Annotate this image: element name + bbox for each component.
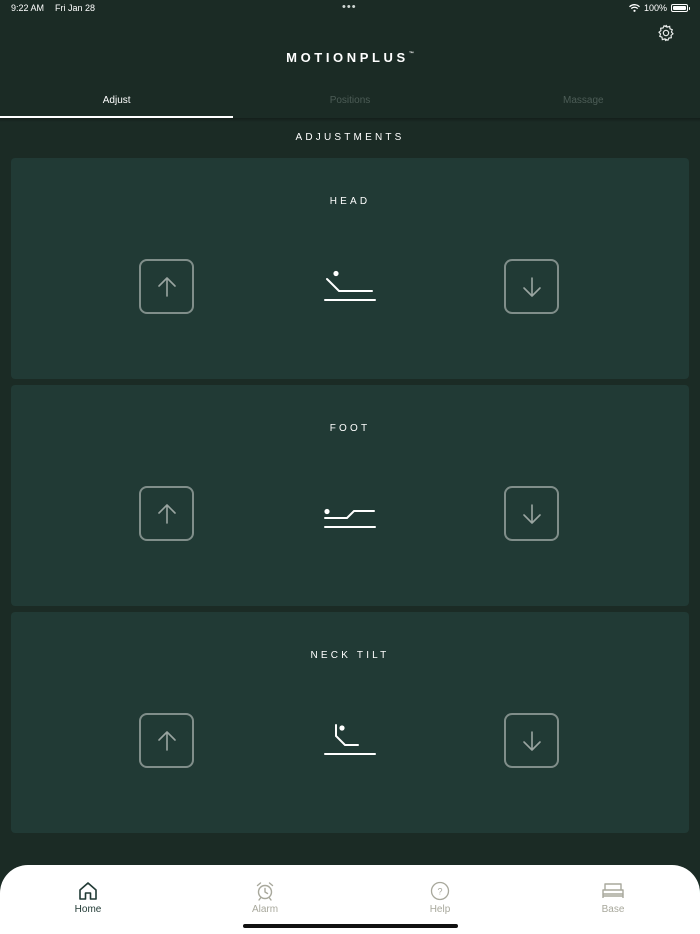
home-icon — [79, 882, 97, 900]
tab-bar-shadow — [0, 118, 700, 122]
bed-neck-tilt-icon — [324, 724, 376, 755]
gear-icon — [658, 24, 674, 42]
foot-up-button[interactable] — [139, 486, 194, 541]
settings-button[interactable] — [656, 23, 676, 43]
neck-tilt-adjust-card: NECK TILT — [11, 612, 689, 833]
bed-icon — [602, 883, 624, 898]
nav-base[interactable]: Base — [583, 881, 643, 915]
app-title: MOTIONPLUS™ — [0, 50, 700, 65]
nav-base-label: Base — [601, 904, 625, 915]
battery-icon — [671, 4, 690, 12]
status-bar: 9:22 AM Fri Jan 28 ••• 100% — [0, 0, 700, 18]
bed-foot-raised-icon — [324, 508, 376, 528]
nav-home-label: Home — [74, 904, 102, 915]
tab-positions[interactable]: Positions — [233, 88, 466, 118]
card-title-neck-tilt: NECK TILT — [310, 650, 390, 661]
nav-alarm-label: Alarm — [251, 904, 279, 915]
help-icon: ? — [430, 881, 450, 901]
card-title-foot: FOOT — [329, 423, 371, 434]
nav-help-label: Help — [429, 904, 451, 915]
arrow-down-icon — [522, 276, 541, 297]
neck-tilt-up-button[interactable] — [139, 713, 194, 768]
arrow-down-icon — [522, 730, 541, 751]
neck-tilt-down-button[interactable] — [504, 713, 559, 768]
arrow-up-icon — [157, 276, 176, 297]
alarm-clock-icon — [256, 882, 274, 901]
section-title: ADJUSTMENTS — [295, 132, 405, 143]
head-down-button[interactable] — [504, 259, 559, 314]
status-date: Fri Jan 28 — [55, 3, 96, 13]
bed-head-raised-icon — [324, 270, 376, 301]
nav-alarm[interactable]: Alarm — [235, 881, 295, 915]
multitasking-dots[interactable]: ••• — [342, 1, 357, 13]
svg-text:?: ? — [437, 887, 442, 897]
tab-bar: Adjust Positions Massage — [0, 88, 700, 118]
tab-massage[interactable]: Massage — [467, 88, 700, 118]
head-up-button[interactable] — [139, 259, 194, 314]
home-indicator — [243, 924, 458, 928]
app-title-text: MOTIONPLUS — [286, 50, 409, 65]
tab-adjust[interactable]: Adjust — [0, 88, 234, 118]
wifi-icon — [629, 4, 640, 12]
trademark-symbol: ™ — [408, 51, 414, 57]
foot-adjust-card: FOOT — [11, 385, 689, 606]
nav-home[interactable]: Home — [58, 881, 118, 915]
arrow-up-icon — [157, 503, 176, 524]
head-adjust-card: HEAD — [11, 158, 689, 379]
nav-help[interactable]: ? Help — [410, 881, 470, 915]
card-title-head: HEAD — [329, 196, 371, 207]
arrow-down-icon — [522, 503, 541, 524]
status-time: 9:22 AM — [11, 3, 45, 13]
foot-down-button[interactable] — [504, 486, 559, 541]
arrow-up-icon — [157, 730, 176, 751]
battery-percent: 100% — [643, 3, 667, 13]
